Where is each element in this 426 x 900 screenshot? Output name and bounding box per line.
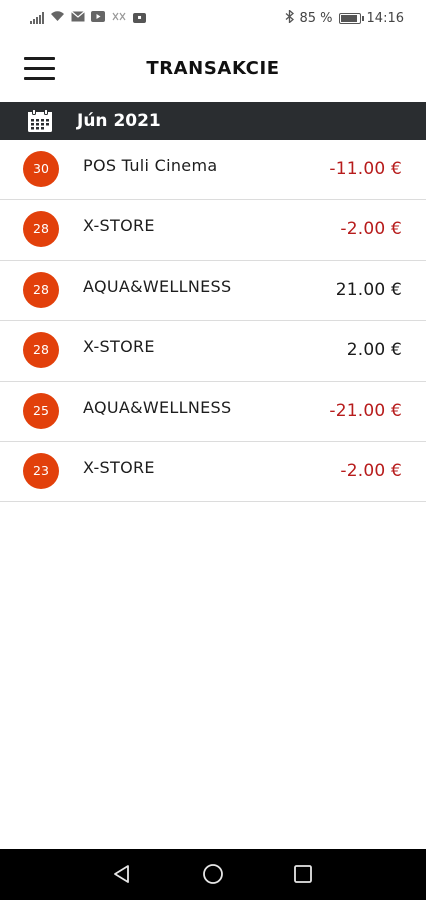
day-badge: 28 bbox=[23, 332, 59, 369]
system-nav-bar bbox=[0, 849, 426, 900]
transaction-row[interactable]: 23 X-STORE -2.00 € bbox=[0, 442, 426, 503]
day-badge: 30 bbox=[23, 151, 59, 187]
merchant-name: X-STORE bbox=[83, 337, 155, 357]
clock: 14:16 bbox=[366, 10, 404, 26]
youtube-icon bbox=[91, 10, 105, 26]
transaction-row[interactable]: 28 AQUA&WELLNESS 21.00 € bbox=[0, 261, 426, 322]
transaction-amount: -2.00 € bbox=[340, 219, 402, 240]
transaction-amount: 2.00 € bbox=[346, 340, 402, 361]
merchant-name: POS Tuli Cinema bbox=[83, 156, 218, 175]
home-icon[interactable] bbox=[201, 862, 225, 886]
month-header: Jún 2021 bbox=[0, 102, 426, 140]
transaction-row[interactable]: 28 X-STORE -2.00 € bbox=[0, 200, 426, 261]
day-badge: 23 bbox=[23, 452, 59, 489]
day-badge: 28 bbox=[23, 211, 59, 248]
recent-apps-icon[interactable] bbox=[291, 862, 315, 886]
status-left-icons: ▪ bbox=[30, 10, 146, 26]
page-title: TRANSAKCIE bbox=[146, 58, 280, 79]
calendar-icon[interactable] bbox=[27, 109, 53, 133]
month-label: Jún 2021 bbox=[77, 111, 161, 131]
bluetooth-icon bbox=[285, 8, 294, 27]
notification-icon bbox=[111, 11, 127, 26]
battery-percent: 85 % bbox=[299, 10, 333, 26]
app-icon: ▪ bbox=[133, 13, 146, 23]
status-bar: ▪ 85 % 14:16 bbox=[0, 0, 426, 36]
day-badge: 25 bbox=[23, 392, 59, 429]
transaction-list: 30 POS Tuli Cinema -11.00 € 28 X-STORE -… bbox=[0, 140, 426, 503]
transaction-amount: -21.00 € bbox=[329, 400, 402, 421]
signal-icon bbox=[30, 12, 44, 24]
merchant-name: AQUA&WELLNESS bbox=[83, 276, 232, 296]
status-right-icons: 85 % 14:16 bbox=[285, 8, 404, 27]
transaction-row[interactable]: 30 POS Tuli Cinema -11.00 € bbox=[0, 140, 426, 201]
transaction-amount: -2.00 € bbox=[340, 460, 402, 481]
wifi-icon bbox=[50, 10, 65, 26]
app-bar: TRANSAKCIE bbox=[0, 36, 426, 102]
mail-icon bbox=[71, 10, 85, 26]
merchant-name: X-STORE bbox=[83, 216, 155, 236]
transaction-row[interactable]: 25 AQUA&WELLNESS -21.00 € bbox=[0, 382, 426, 442]
day-badge: 28 bbox=[23, 271, 59, 308]
back-icon[interactable] bbox=[110, 862, 134, 886]
transaction-amount: 21.00 € bbox=[335, 279, 402, 300]
battery-icon bbox=[338, 12, 364, 24]
merchant-name: X-STORE bbox=[83, 457, 155, 477]
transaction-row[interactable]: 28 X-STORE 2.00 € bbox=[0, 321, 426, 382]
merchant-name: AQUA&WELLNESS bbox=[83, 397, 232, 417]
transaction-amount: -11.00 € bbox=[329, 159, 402, 179]
